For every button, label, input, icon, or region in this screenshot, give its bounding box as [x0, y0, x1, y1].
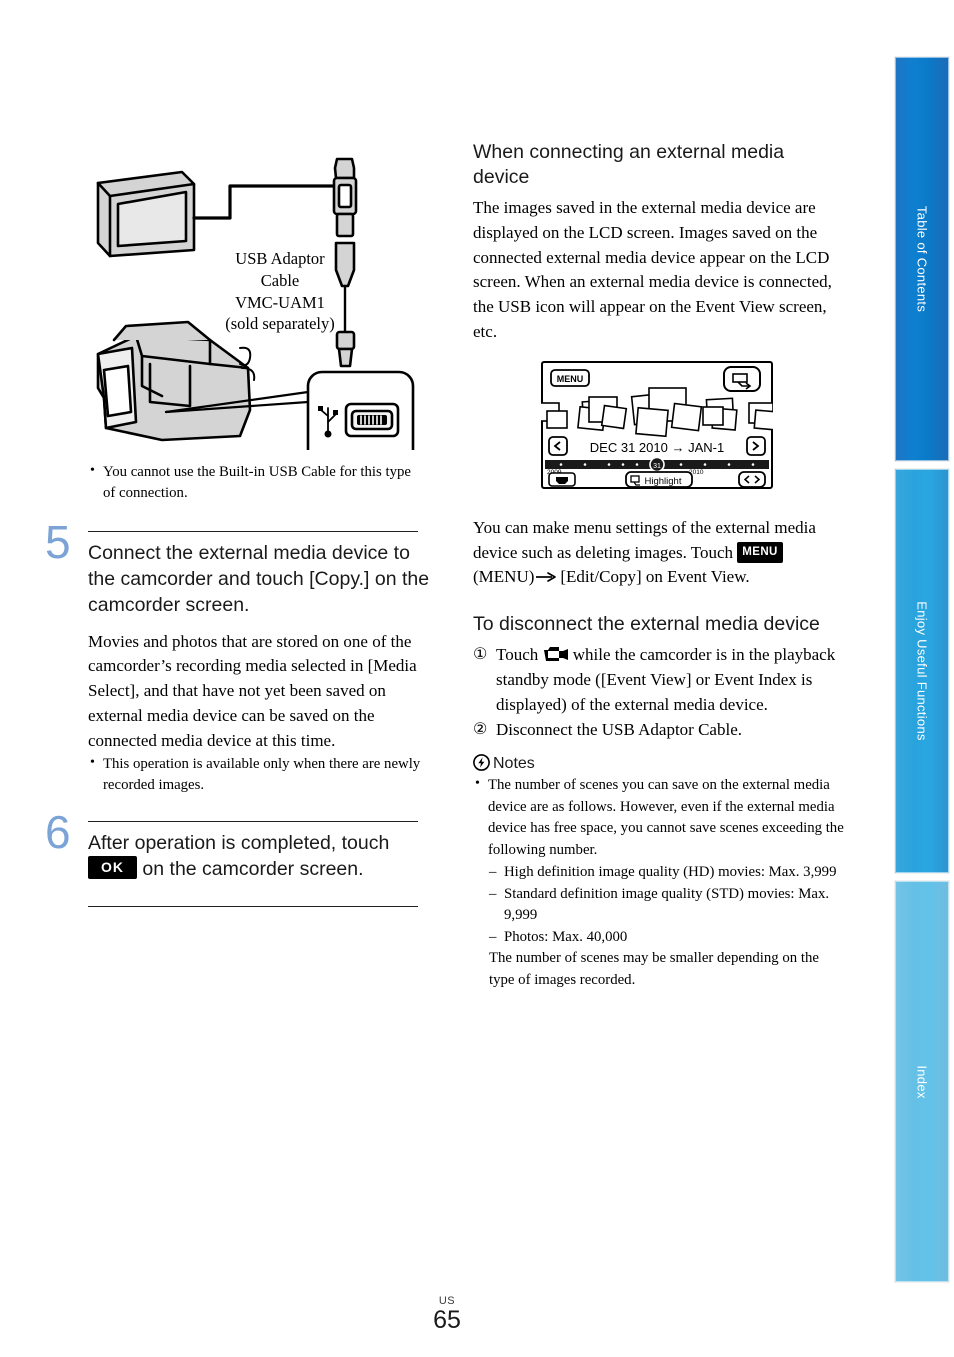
camcorder-icon — [543, 647, 568, 662]
manual-page: Table of Contents Enjoy Useful Functions… — [0, 0, 954, 1357]
step-end-divider — [88, 906, 418, 908]
section-paragraph-when-connecting: The images saved in the external media d… — [473, 197, 832, 341]
left-column: USB Adaptor Cable VMC-UAM1 (sold separat… — [45, 140, 435, 908]
side-tab-table-of-contents[interactable]: Table of Contents — [895, 57, 949, 461]
notes-sub-item: High definition image quality (HD) movie… — [489, 862, 845, 884]
right-arrow-icon — [536, 571, 557, 582]
side-tab-strip: Table of Contents Enjoy Useful Functions… — [890, 57, 954, 1282]
notes-sub-item: Standard definition image quality (STD) … — [489, 884, 845, 927]
step-marker: ① — [473, 646, 488, 664]
usb-cable-caption: USB Adaptor Cable VMC-UAM1 (sold separat… — [195, 248, 365, 335]
page-number: 65 — [433, 1306, 461, 1334]
svg-text:DEC 31 2010 → JAN-1: DEC 31 2010 → JAN-1 — [590, 440, 724, 455]
notes-bullet-item: The number of scenes you can save on the… — [473, 774, 845, 861]
notes-heading: Notes — [473, 753, 845, 773]
notes-sub-item: Photos: Max. 40,000 — [489, 927, 845, 949]
caption-line-4: (sold separately) — [225, 314, 335, 334]
ok-button-glyph[interactable]: OK — [88, 855, 137, 880]
figure-note-list: You cannot use the Built-in USB Cable fo… — [88, 461, 418, 505]
usb-connection-figure: USB Adaptor Cable VMC-UAM1 (sold separat… — [90, 140, 435, 450]
event-view-illustration: MENU DEC 31 2010 → JAN-1 31 2010 Highlig… — [536, 360, 779, 489]
event-view-figure: MENU DEC 31 2010 → JAN-1 31 2010 Highlig… — [536, 360, 779, 494]
step-note-item: This operation is available only when th… — [88, 753, 435, 797]
notes-sub-list: High definition image quality (HD) movie… — [473, 862, 845, 948]
caption-line-2: Cable — [260, 270, 300, 290]
step-text-before: Touch — [496, 645, 539, 665]
section-heading-when-connecting: When connecting an external media device — [473, 141, 785, 188]
step-content: After operation is completed, touch OK o… — [88, 822, 435, 883]
step-number: 6 — [45, 805, 71, 858]
svg-text:31: 31 — [653, 463, 661, 470]
side-tab-label: Table of Contents — [914, 205, 930, 313]
disconnect-step-item: ① Touch while the camcorder is in the pla… — [473, 643, 845, 717]
svg-text:MENU: MENU — [557, 374, 584, 384]
caption-line-1: USB Adaptor — [235, 249, 325, 268]
svg-text:Highlight: Highlight — [645, 476, 682, 487]
notes-closing-text: The number of scenes may be smaller depe… — [489, 950, 819, 988]
side-tab-label: Index — [914, 1064, 930, 1099]
disconnect-step-list: ① Touch while the camcorder is in the pla… — [473, 643, 845, 742]
step-heading: Connect the external media device to the… — [88, 541, 430, 616]
right-column: When connecting an external media device… — [473, 140, 845, 991]
step-text-before: Disconnect the USB Adaptor Cable. — [496, 719, 742, 739]
step-heading-before: After operation is completed, touch — [88, 831, 390, 854]
side-tab-enjoy-useful-functions[interactable]: Enjoy Useful Functions — [895, 469, 949, 873]
step-heading: After operation is completed, touch OK o… — [88, 831, 435, 883]
step-5: 5 Connect the external media device to t… — [45, 519, 435, 797]
step-content: Connect the external media device to the… — [88, 532, 435, 797]
notes-bullet-list: The number of scenes you can save on the… — [473, 774, 845, 861]
notes-warning-icon — [473, 753, 490, 771]
step-note-list: This operation is available only when th… — [88, 753, 435, 797]
caption-line-3: VMC-UAM1 — [235, 292, 325, 312]
step-body-text: Movies and photos that are stored on one… — [88, 631, 417, 750]
step-number: 5 — [45, 515, 71, 568]
step-heading-after: on the camcorder screen. — [142, 857, 364, 880]
side-tab-index[interactable]: Index — [895, 881, 949, 1282]
menu-paragraph-mid: (MENU) — [473, 567, 535, 587]
menu-settings-paragraph: You can make menu settings of the extern… — [473, 516, 845, 590]
disconnect-step-item: ② Disconnect the USB Adaptor Cable. — [473, 718, 845, 743]
page-footer: US 65 — [0, 1296, 894, 1334]
menu-paragraph-after: [Edit/Copy] on Event View. — [560, 567, 750, 587]
figure-note-item: You cannot use the Built-in USB Cable fo… — [88, 461, 418, 505]
notes-heading-label: Notes — [493, 755, 535, 773]
side-tab-label: Enjoy Useful Functions — [914, 601, 930, 741]
menu-button-glyph[interactable]: MENU — [737, 542, 783, 564]
section-heading-to-disconnect: To disconnect the external media device — [473, 613, 820, 636]
step-marker: ② — [473, 720, 488, 738]
step-6: 6 After operation is completed, touch OK… — [45, 809, 435, 908]
